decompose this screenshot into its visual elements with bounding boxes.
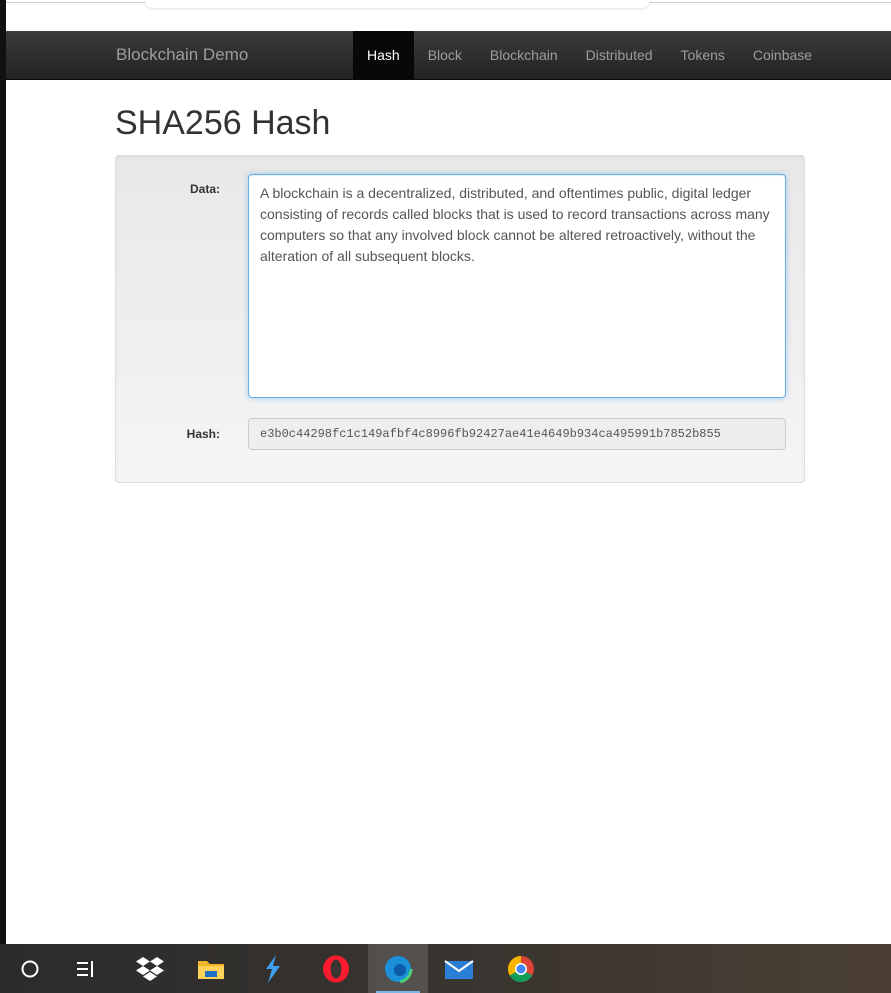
taskbar-vscode-button[interactable]: [243, 944, 303, 993]
nav-item-coinbase[interactable]: Coinbase: [739, 31, 826, 79]
taskbar-mail-button[interactable]: [429, 944, 489, 993]
screen: Blockchain Demo Hash Block Blockchain Di…: [0, 0, 891, 993]
task-view-icon: [77, 960, 93, 977]
data-textarea[interactable]: A blockchain is a decentralized, distrib…: [248, 174, 786, 398]
navbar: Blockchain Demo Hash Block Blockchain Di…: [6, 31, 891, 80]
mail-icon: [444, 959, 474, 979]
nav-item-distributed[interactable]: Distributed: [572, 31, 667, 79]
chrome-icon: [507, 955, 534, 982]
edge-icon: [383, 954, 413, 983]
taskbar-file-explorer-button[interactable]: [181, 944, 241, 993]
hash-label: Hash:: [186, 427, 220, 441]
taskbar-search-button[interactable]: [0, 944, 60, 993]
taskbar-chrome-button[interactable]: [491, 944, 551, 993]
file-explorer-icon: [198, 960, 224, 979]
hash-output-field[interactable]: [248, 418, 786, 450]
window-left-edge: [0, 0, 6, 944]
navbar-brand[interactable]: Blockchain Demo: [116, 31, 248, 79]
data-label: Data:: [189, 182, 220, 196]
hash-form-panel: Data: A blockchain is a decentralized, d…: [115, 155, 805, 483]
nav-menu: Hash Block Blockchain Distributed Tokens…: [353, 31, 826, 79]
page-title: SHA256 Hash: [115, 104, 331, 142]
nav-item-blockchain[interactable]: Blockchain: [476, 31, 572, 79]
taskbar-dropbox-button[interactable]: [120, 944, 180, 993]
cortana-search-icon: [21, 960, 39, 977]
windows-taskbar: [0, 944, 891, 993]
dropbox-icon: [136, 956, 164, 981]
nav-item-tokens[interactable]: Tokens: [667, 31, 739, 79]
taskbar-task-view-button[interactable]: [56, 944, 116, 993]
taskbar-edge-button[interactable]: [368, 944, 428, 993]
nav-item-hash[interactable]: Hash: [353, 31, 414, 79]
browser-address-bar-fragment: [145, 0, 650, 8]
taskbar-opera-button[interactable]: [306, 944, 366, 993]
opera-icon: [323, 955, 349, 982]
visual-studio-code-icon: [266, 954, 280, 983]
nav-item-block[interactable]: Block: [414, 31, 476, 79]
